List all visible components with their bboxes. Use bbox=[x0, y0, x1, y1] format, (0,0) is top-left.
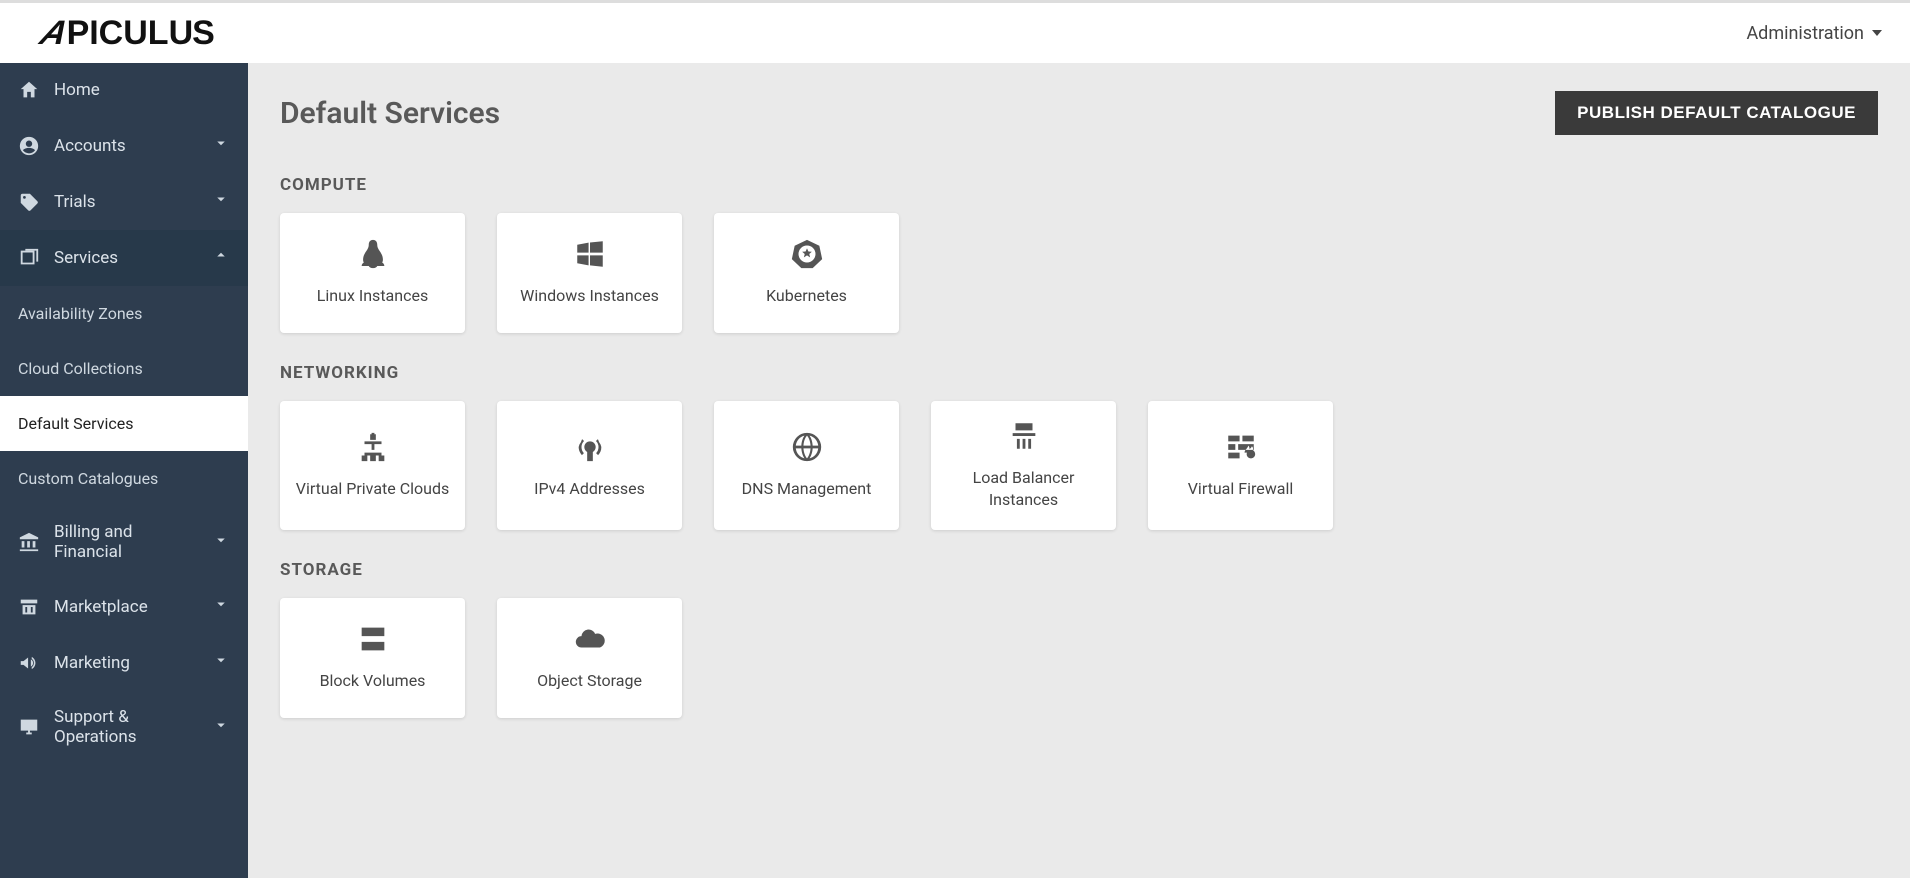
card-ipv4[interactable]: IPv4 Addresses bbox=[497, 401, 682, 530]
home-icon bbox=[18, 79, 40, 101]
card-block-volumes[interactable]: Block Volumes bbox=[280, 598, 465, 718]
sidebar-label-trials: Trials bbox=[54, 192, 96, 212]
chevron-down-icon bbox=[212, 134, 230, 157]
sidebar-item-billing[interactable]: Billing and Financial bbox=[0, 506, 248, 579]
bank-icon bbox=[18, 531, 40, 553]
sidebar-label-support: Support & Operations bbox=[54, 707, 198, 747]
sidebar-item-home[interactable]: Home bbox=[0, 63, 248, 118]
card-label: Load Balancer Instances bbox=[943, 467, 1104, 510]
sidebar-item-marketplace[interactable]: Marketplace bbox=[0, 579, 248, 635]
sidebar-sub-default-services[interactable]: Default Services bbox=[0, 396, 248, 451]
card-label: Object Storage bbox=[537, 670, 642, 692]
chevron-down-icon bbox=[212, 531, 230, 554]
card-virtual-firewall[interactable]: Virtual Firewall bbox=[1148, 401, 1333, 530]
chevron-down-icon bbox=[212, 651, 230, 674]
page-header: Default Services PUBLISH DEFAULT CATALOG… bbox=[280, 91, 1878, 135]
topbar: APICULUS Administration bbox=[0, 0, 1910, 63]
card-label: Linux Instances bbox=[317, 285, 428, 307]
card-vpc[interactable]: Virtual Private Clouds bbox=[280, 401, 465, 530]
sidebar-label-marketplace: Marketplace bbox=[54, 597, 148, 617]
sidebar-item-trials[interactable]: Trials bbox=[0, 174, 248, 230]
page-title: Default Services bbox=[280, 96, 500, 131]
card-kubernetes[interactable]: Kubernetes bbox=[714, 213, 899, 333]
firewall-icon bbox=[1224, 430, 1258, 464]
card-label: Virtual Firewall bbox=[1188, 478, 1294, 500]
sidebar-label-accounts: Accounts bbox=[54, 136, 126, 156]
card-object-storage[interactable]: Object Storage bbox=[497, 598, 682, 718]
card-windows-instances[interactable]: Windows Instances bbox=[497, 213, 682, 333]
chevron-down-icon bbox=[212, 190, 230, 213]
user-circle-icon bbox=[18, 135, 40, 157]
card-label: Block Volumes bbox=[320, 670, 426, 692]
main-content: Default Services PUBLISH DEFAULT CATALOG… bbox=[248, 63, 1910, 878]
bullhorn-icon bbox=[18, 652, 40, 674]
card-label: DNS Management bbox=[742, 478, 872, 500]
section-title-compute: COMPUTE bbox=[280, 175, 1878, 195]
store-icon bbox=[18, 596, 40, 618]
brand-logo: APICULUS bbox=[42, 14, 214, 53]
cloud-storage-icon bbox=[573, 622, 607, 656]
card-load-balancer[interactable]: Load Balancer Instances bbox=[931, 401, 1116, 530]
publish-catalogue-button[interactable]: PUBLISH DEFAULT CATALOGUE bbox=[1555, 91, 1878, 135]
sidebar-item-services[interactable]: Services bbox=[0, 230, 248, 286]
chevron-up-icon bbox=[212, 246, 230, 269]
kubernetes-icon bbox=[790, 237, 824, 271]
sidebar-item-support[interactable]: Support & Operations bbox=[0, 691, 248, 764]
caret-down-icon bbox=[1872, 30, 1882, 36]
sidebar-sub-cloud-collections[interactable]: Cloud Collections bbox=[0, 341, 248, 396]
storage-icon bbox=[356, 622, 390, 656]
monitor-icon bbox=[18, 716, 40, 738]
sidebar-label-marketing: Marketing bbox=[54, 653, 130, 673]
windows-icon bbox=[573, 237, 607, 271]
section-title-networking: NETWORKING bbox=[280, 363, 1878, 383]
stack-icon bbox=[18, 247, 40, 269]
section-title-storage: STORAGE bbox=[280, 560, 1878, 580]
administration-label: Administration bbox=[1746, 23, 1864, 44]
sidebar-item-accounts[interactable]: Accounts bbox=[0, 118, 248, 174]
sidebar-sub-custom-catalogues[interactable]: Custom Catalogues bbox=[0, 451, 248, 506]
card-label: Kubernetes bbox=[766, 285, 847, 307]
chevron-down-icon bbox=[212, 595, 230, 618]
chevron-down-icon bbox=[212, 716, 230, 739]
card-grid-storage: Block Volumes Object Storage bbox=[280, 598, 1878, 718]
card-label: Windows Instances bbox=[520, 285, 659, 307]
broadcast-icon bbox=[573, 430, 607, 464]
load-balancer-icon bbox=[1007, 419, 1041, 453]
administration-dropdown[interactable]: Administration bbox=[1746, 23, 1882, 44]
card-label: Virtual Private Clouds bbox=[296, 478, 449, 500]
sidebar: Home Accounts Trials Services Availabili… bbox=[0, 63, 248, 878]
card-dns[interactable]: DNS Management bbox=[714, 401, 899, 530]
network-icon bbox=[356, 430, 390, 464]
card-label: IPv4 Addresses bbox=[534, 478, 645, 500]
tags-icon bbox=[18, 191, 40, 213]
sidebar-sub-availability-zones[interactable]: Availability Zones bbox=[0, 286, 248, 341]
linux-icon bbox=[356, 237, 390, 271]
card-grid-networking: Virtual Private Clouds IPv4 Addresses DN… bbox=[280, 401, 1878, 530]
card-linux-instances[interactable]: Linux Instances bbox=[280, 213, 465, 333]
card-grid-compute: Linux Instances Windows Instances Kubern… bbox=[280, 213, 1878, 333]
sidebar-item-marketing[interactable]: Marketing bbox=[0, 635, 248, 691]
globe-icon bbox=[790, 430, 824, 464]
sidebar-label-services: Services bbox=[54, 248, 118, 268]
sidebar-label-home: Home bbox=[54, 80, 100, 100]
sidebar-label-billing: Billing and Financial bbox=[54, 522, 198, 562]
